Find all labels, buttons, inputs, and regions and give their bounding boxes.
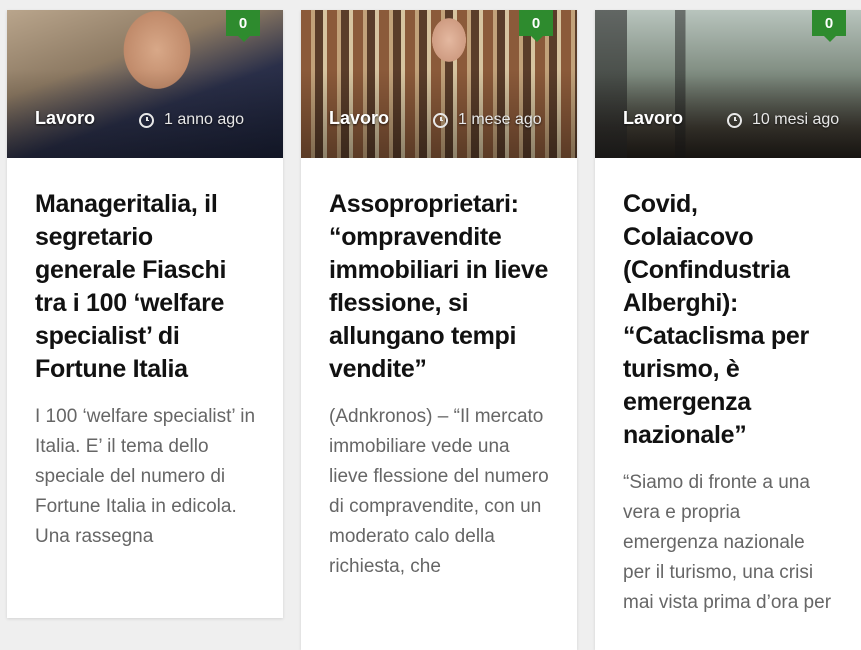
category-label[interactable]: Lavoro — [329, 108, 389, 129]
post-date: 1 anno ago — [139, 111, 244, 129]
article-card[interactable]: 0 Lavoro 1 mese ago Assoproprietari: “om… — [301, 10, 577, 650]
post-date: 10 mesi ago — [727, 111, 839, 129]
clock-icon — [727, 112, 742, 128]
clock-icon — [139, 112, 154, 128]
clock-icon — [433, 112, 448, 128]
article-title[interactable]: Manageritalia, il segretario generale Fi… — [35, 188, 255, 386]
comment-count-badge[interactable]: 0 — [226, 10, 260, 42]
article-excerpt: (Adnkronos) – “Il mercato immobiliare ve… — [329, 406, 549, 577]
article-excerpt: “Siamo di fronte a una vera e propria em… — [623, 472, 832, 613]
article-card[interactable]: 0 Lavoro 1 anno ago Manageritalia, il se… — [7, 10, 283, 618]
comment-count-badge[interactable]: 0 — [519, 10, 553, 42]
article-title[interactable]: Covid, Colaiacovo (Confindustria Albergh… — [623, 188, 833, 452]
post-date-text: 1 mese ago — [458, 111, 542, 128]
post-date: 1 mese ago — [433, 111, 542, 129]
article-thumbnail[interactable]: 0 Lavoro 10 mesi ago — [595, 10, 861, 158]
category-label[interactable]: Lavoro — [623, 108, 683, 129]
article-title[interactable]: Assoproprietari: “ompravendite immobilia… — [329, 188, 549, 386]
article-excerpt: I 100 ‘welfare specialist’ in Italia. E’… — [35, 406, 256, 547]
article-card[interactable]: 0 Lavoro 10 mesi ago Covid, Colaiacovo (… — [595, 10, 861, 650]
comment-count-badge[interactable]: 0 — [812, 10, 846, 42]
post-date-text: 1 anno ago — [164, 111, 245, 128]
article-grid: 0 Lavoro 1 anno ago Manageritalia, il se… — [0, 0, 861, 650]
category-label[interactable]: Lavoro — [35, 108, 95, 129]
article-thumbnail[interactable]: 0 Lavoro 1 mese ago — [301, 10, 577, 158]
post-date-text: 10 mesi ago — [752, 111, 840, 128]
article-thumbnail[interactable]: 0 Lavoro 1 anno ago — [7, 10, 283, 158]
